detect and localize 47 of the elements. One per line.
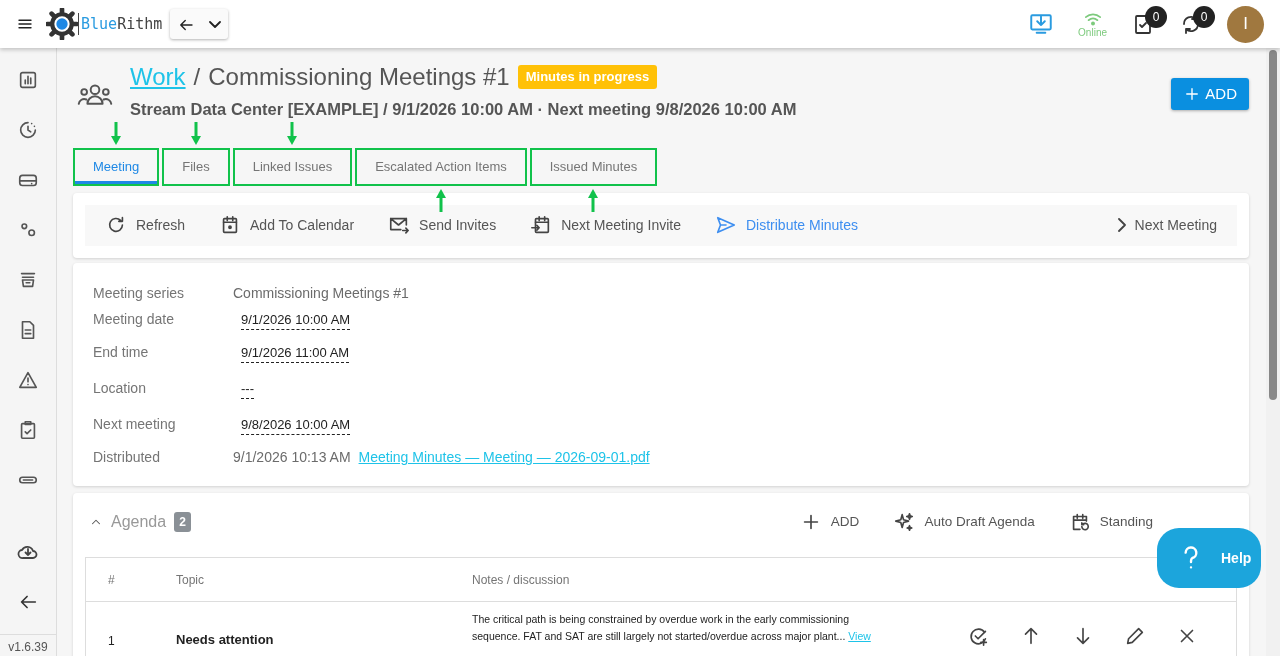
field-label: Meeting date xyxy=(93,310,175,330)
editable-field-value[interactable]: 9/8/2026 10:00 AM xyxy=(241,414,351,435)
field-label: Next meeting xyxy=(93,415,177,435)
chevron-down-icon xyxy=(209,21,222,29)
meeting-subtitle: Stream Data Center [EXAMPLE] / 9/1/2026 10:00 AM · Next meeting 9/8/2026 10:00 AM xyxy=(130,99,797,120)
toolbar-button[interactable]: Send Invites xyxy=(388,214,497,237)
column-header: # xyxy=(108,573,115,588)
download-monitor-icon[interactable] xyxy=(1028,11,1055,37)
logo-text: BlueRithm xyxy=(78,12,163,36)
clock-icon[interactable] xyxy=(17,119,39,141)
toolbar-button[interactable]: Add To Calendar xyxy=(219,214,355,237)
agenda-action-button[interactable]: Standing xyxy=(1068,510,1153,533)
dashboard-chart-icon[interactable] xyxy=(17,69,39,91)
scrollbar[interactable] xyxy=(1266,48,1280,656)
chevron-right-icon xyxy=(1117,218,1126,233)
field-label: Location xyxy=(93,379,147,399)
agenda-action-button[interactable]: ADD xyxy=(799,510,860,533)
toolbar-button[interactable]: Next Meeting Invite xyxy=(530,214,681,237)
warning-icon[interactable] xyxy=(17,369,39,391)
count-badge: 2 xyxy=(174,511,191,532)
gear-logo-icon xyxy=(46,8,78,40)
next-meeting-button[interactable]: Next Meeting xyxy=(1117,214,1217,236)
status-badge: Minutes in progress xyxy=(517,65,658,89)
field-label: Distributed xyxy=(93,448,161,468)
field-value: Commissioning Meetings #1 xyxy=(233,284,409,304)
field-label: End time xyxy=(93,343,150,363)
column-header: Notes / discussion xyxy=(472,573,570,588)
page-title: Commissioning Meetings #1 xyxy=(208,62,510,92)
row-number: 1 xyxy=(108,633,115,648)
sync-count-badge: 0 xyxy=(1193,5,1215,28)
column-header: Topic xyxy=(176,573,204,588)
agenda-action-button[interactable]: Auto Draft Agenda xyxy=(893,510,1035,533)
version-label: v1.6.39 xyxy=(0,634,56,656)
task-count-badge: 0 xyxy=(1145,5,1167,28)
field-label: Meeting series xyxy=(93,284,186,304)
toolbar-button[interactable]: Refresh xyxy=(105,214,186,237)
editable-field-value[interactable]: 9/1/2026 11:00 AM xyxy=(241,342,350,363)
editable-field-value[interactable]: 9/1/2026 10:00 AM xyxy=(241,309,351,330)
sparkles-icon xyxy=(893,510,916,533)
agenda-topic: Needs attention xyxy=(176,631,274,647)
field-value: 9/1/2026 10:13 AM xyxy=(233,448,351,468)
editable-field-value[interactable]: --- xyxy=(241,378,254,399)
user-avatar[interactable]: I xyxy=(1227,5,1264,43)
notes-text: The critical path is being constrained by overdue work in the early commissioning sequence. FAT and SAT are still largely not started/overdue across major plant... View xyxy=(472,611,872,644)
online-status: Online xyxy=(1078,25,1107,40)
section-title: Agenda xyxy=(111,511,167,532)
breadcrumb-separator: / xyxy=(193,62,201,92)
